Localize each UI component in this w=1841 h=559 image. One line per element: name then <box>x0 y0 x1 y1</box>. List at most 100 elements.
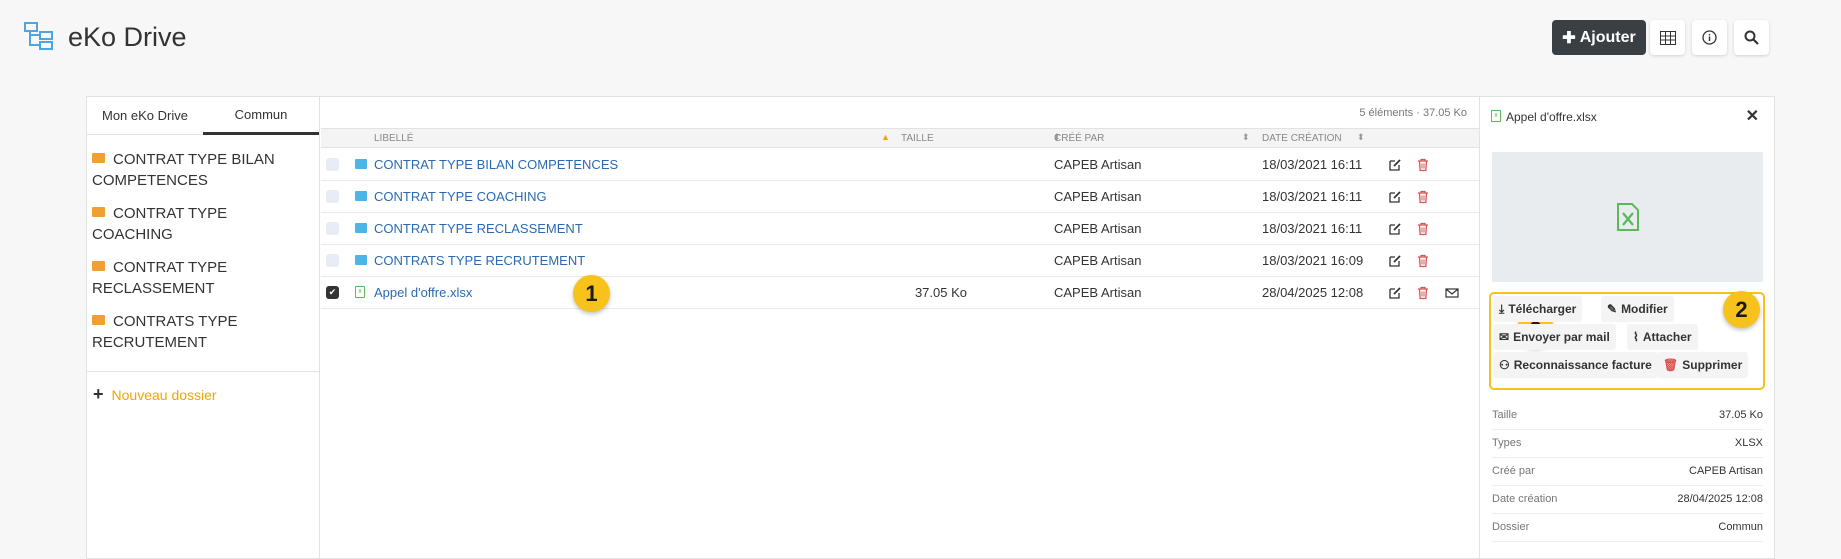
download-button[interactable]: ⤓ Télécharger <box>1493 296 1583 322</box>
info-icon <box>1702 30 1717 45</box>
row-name[interactable]: CONTRAT TYPE BILAN COMPETENCES <box>374 157 618 172</box>
row-date: 28/04/2025 12:08 <box>1262 285 1364 300</box>
edit-icon[interactable] <box>1388 254 1402 268</box>
table-row[interactable]: CONTRAT TYPE COACHING CAPEB Artisan 18/03/… <box>321 181 1479 213</box>
step-badge-1: 1 <box>573 275 610 312</box>
folder-icon <box>355 223 367 233</box>
table-row[interactable]: ✔ x Appel d'offre.xlsx 37.05 Ko CAPEB Artisa… <box>321 277 1479 309</box>
row-checkbox[interactable]: ✔ <box>326 286 339 299</box>
excel-file-icon <box>1616 203 1639 231</box>
table-row[interactable]: CONTRAT TYPE RECLASSEMENT CAPEB Artisan 18… <box>321 213 1479 245</box>
row-name[interactable]: Appel d'offre.xlsx <box>374 285 472 300</box>
property-row: Créé par CAPEB Artisan <box>1492 458 1763 486</box>
trash-icon[interactable] <box>1416 254 1430 268</box>
row-author: CAPEB Artisan <box>1054 221 1142 236</box>
excel-file-icon: x <box>355 286 365 298</box>
column-header-date[interactable]: Date création <box>1262 133 1342 144</box>
row-name[interactable]: CONTRAT TYPE COACHING <box>374 189 547 204</box>
edit-icon: ✎ <box>1607 302 1618 316</box>
sidebar-folder[interactable]: CONTRAT TYPE COACHING <box>87 197 319 251</box>
close-icon[interactable]: ✕ <box>1746 106 1759 126</box>
search-button[interactable] <box>1734 20 1769 55</box>
grid-icon <box>1659 30 1676 45</box>
row-author: CAPEB Artisan <box>1054 253 1142 268</box>
property-row: Date création 28/04/2025 12:08 <box>1492 486 1763 514</box>
property-row: Taille 37.05 Ko <box>1492 402 1763 430</box>
property-key: Dossier <box>1492 521 1530 533</box>
column-header-label[interactable]: Libellé <box>374 133 413 144</box>
row-checkbox[interactable] <box>326 222 339 235</box>
new-folder-button[interactable]: + Nouveau dossier <box>87 372 319 417</box>
grid-view-button[interactable] <box>1650 20 1685 55</box>
trash-icon: 🗑 <box>1663 358 1679 372</box>
property-key: Créé par <box>1492 465 1535 477</box>
plus-icon: + <box>93 384 104 404</box>
sidebar-folder[interactable]: CONTRAT TYPE BILAN COMPETENCES <box>87 143 319 197</box>
row-checkbox[interactable] <box>326 190 339 203</box>
drive-tabs: Mon eKo Drive Commun <box>87 97 319 135</box>
edit-icon[interactable] <box>1388 286 1402 300</box>
column-header-size[interactable]: Taille <box>901 133 934 144</box>
folder-icon <box>92 315 105 325</box>
tab-commun[interactable]: Commun <box>203 97 319 135</box>
delete-label: Supprimer <box>1682 358 1743 372</box>
property-row: Dossier Commun <box>1492 514 1763 542</box>
envelope-icon[interactable] <box>1445 286 1459 300</box>
row-checkbox[interactable] <box>326 158 339 171</box>
details-panel: x Appel d'offre.xlsx ✕ ⤓ Télécharger ✎ Mod… <box>1479 97 1775 559</box>
app-title: eKo Drive <box>68 22 187 52</box>
trash-icon[interactable] <box>1416 158 1430 172</box>
sort-icon[interactable]: ⬍ <box>1242 132 1250 143</box>
table-row[interactable]: CONTRAT TYPE BILAN COMPETENCES CAPEB Arti… <box>321 149 1479 181</box>
edit-icon[interactable] <box>1388 158 1402 172</box>
sort-asc-icon[interactable]: ▲ <box>881 132 890 142</box>
folder-label: CONTRAT TYPE BILAN COMPETENCES <box>92 151 275 189</box>
row-author: CAPEB Artisan <box>1054 157 1142 172</box>
table-row[interactable]: CONTRATS TYPE RECRUTEMENT CAPEB Artisan 18… <box>321 245 1479 277</box>
tab-mon-eko-drive[interactable]: Mon eKo Drive <box>87 97 203 135</box>
add-button[interactable]: ✚ Ajouter <box>1552 20 1646 55</box>
file-list: 5 éléments · 37.05 Ko Libellé ▲ Taille ⬍… <box>321 97 1554 559</box>
row-name[interactable]: CONTRAT TYPE RECLASSEMENT <box>374 221 583 236</box>
property-row: Types XLSX <box>1492 430 1763 458</box>
edit-button[interactable]: ✎ Modifier <box>1601 296 1674 322</box>
trash-icon[interactable] <box>1416 190 1430 204</box>
property-key: Taille <box>1492 409 1518 421</box>
delete-button[interactable]: 🗑 Supprimer <box>1657 352 1749 378</box>
column-header-author[interactable]: Créé par <box>1054 133 1104 144</box>
row-size: 37.05 Ko <box>914 285 967 300</box>
trash-icon[interactable] <box>1416 286 1430 300</box>
sidebar-folder[interactable]: CONTRAT TYPE RECLASSEMENT <box>87 251 319 305</box>
glasses-icon: ⚇ <box>1499 358 1510 372</box>
property-value: 37.05 Ko <box>1718 409 1763 421</box>
send-mail-button[interactable]: ✉ Envoyer par mail <box>1493 324 1616 350</box>
file-properties: Taille 37.05 Ko Types XLSX Créé par CAPEB Art… <box>1492 402 1763 542</box>
property-value: 28/04/2025 12:08 <box>1677 493 1763 505</box>
invoice-recognition-button[interactable]: ⚇ Reconnaissance facture <box>1493 352 1658 378</box>
file-preview <box>1492 152 1763 282</box>
sort-icon[interactable]: ⬍ <box>1357 132 1365 143</box>
search-icon <box>1744 30 1759 45</box>
table-header: Libellé ▲ Taille ⬍ Créé par ⬍ Date créat… <box>321 128 1479 148</box>
plus-icon: ✚ <box>1562 29 1576 47</box>
download-label: Télécharger <box>1508 302 1577 316</box>
row-date: 18/03/2021 16:11 <box>1262 189 1363 204</box>
new-folder-label: Nouveau dossier <box>111 387 217 403</box>
send-mail-label: Envoyer par mail <box>1513 330 1610 344</box>
row-name[interactable]: CONTRATS TYPE RECRUTEMENT <box>374 253 585 268</box>
row-checkbox[interactable] <box>326 254 339 267</box>
property-value: CAPEB Artisan <box>1689 465 1763 477</box>
sidebar-folder[interactable]: CONTRATS TYPE RECRUTEMENT <box>87 305 319 359</box>
edit-icon[interactable] <box>1388 190 1402 204</box>
trash-icon[interactable] <box>1416 222 1430 236</box>
edit-icon[interactable] <box>1388 222 1402 236</box>
drive-panel: Mon eKo Drive Commun CONTRAT TYPE BILAN … <box>86 96 1775 559</box>
step-badge-2: 2 <box>1723 291 1760 328</box>
edit-label: Modifier <box>1621 302 1668 316</box>
folder-label: CONTRAT TYPE RECLASSEMENT <box>92 259 228 297</box>
folder-icon <box>92 261 105 271</box>
info-button[interactable] <box>1692 20 1727 55</box>
attach-button[interactable]: ⌇ Attacher <box>1627 324 1698 350</box>
row-author: CAPEB Artisan <box>1054 189 1142 204</box>
property-key: Types <box>1492 437 1522 449</box>
